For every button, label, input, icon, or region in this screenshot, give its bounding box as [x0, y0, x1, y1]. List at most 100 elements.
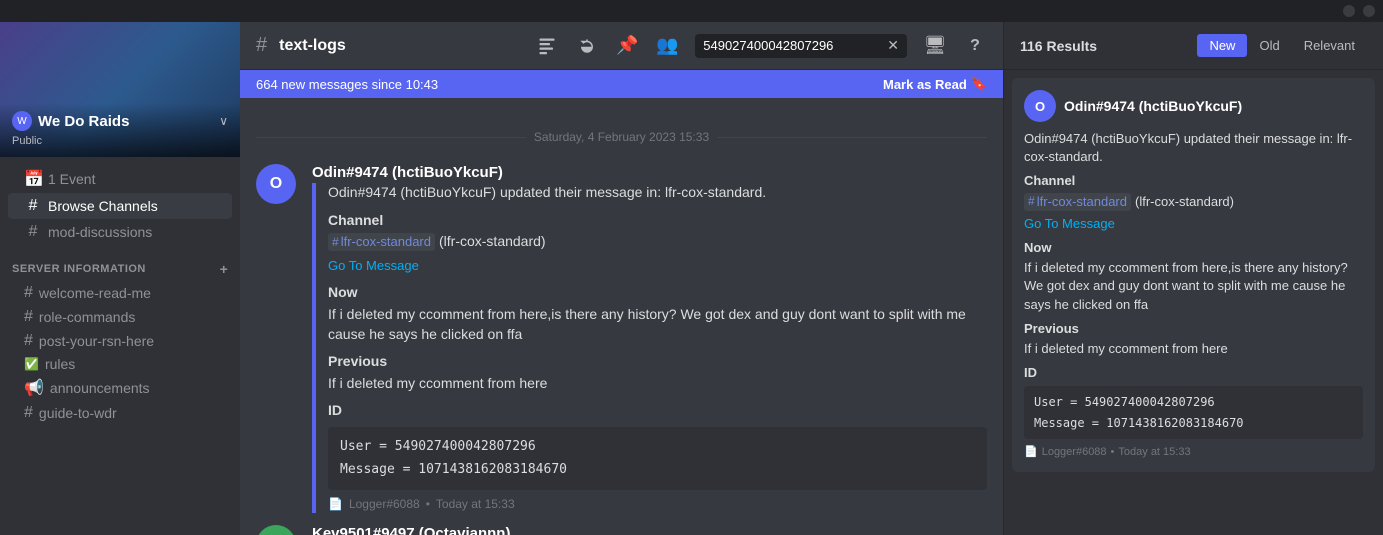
- channel-header: # text-logs 📌 👥 ✕ 🖥 ?: [240, 22, 1003, 70]
- logger-icon: 📄: [328, 496, 343, 513]
- hash-icon: #: [24, 332, 33, 350]
- message-username-2: Kev9501#9497 (Octaviannn): [312, 525, 510, 535]
- avatar: O: [256, 164, 296, 204]
- user-key: User: [340, 439, 371, 454]
- window-chrome: [0, 0, 1383, 22]
- go-to-message-link[interactable]: Go To Message: [328, 258, 419, 273]
- date-divider: Saturday, 4 February 2023 15:33: [256, 130, 987, 144]
- calendar-icon: 📅: [24, 169, 42, 189]
- megaphone-icon: 📢: [24, 378, 44, 398]
- minimize-button[interactable]: [1343, 5, 1355, 17]
- new-messages-bar: 664 new messages since 10:43 Mark as Rea…: [240, 70, 1003, 98]
- result-id-block: User = 549027400042807296 Message = 1071…: [1024, 386, 1363, 439]
- pin-icon[interactable]: 📌: [615, 34, 639, 58]
- server-public-badge: Public: [12, 131, 228, 149]
- clear-search-icon[interactable]: ✕: [887, 37, 899, 54]
- channel-name: guide-to-wdr: [39, 405, 117, 421]
- bookmark-icon: 🔖: [971, 76, 987, 92]
- result-channel-paren: (lfr-cox-standard): [1135, 193, 1234, 211]
- message-key: Message: [340, 462, 395, 477]
- logger-footer: 📄 Logger#6088 • Today at 15:33: [328, 496, 987, 513]
- result-channel-pill[interactable]: # lfr-cox-standard: [1024, 193, 1131, 211]
- message-val: 107143816208318467​0: [418, 462, 567, 477]
- sidebar-item-guide-to-wdr[interactable]: # guide-to-wdr: [8, 401, 232, 425]
- message-group: O Odin#9474 (hctiBuoYkcuF) Odin#9474 (hc…: [256, 160, 987, 517]
- channel-paren: (lfr-cox-standard): [439, 232, 546, 252]
- avatar-2: K: [256, 525, 296, 535]
- results-count: 116 Results: [1020, 38, 1097, 54]
- channel-name: post-your-rsn-here: [39, 333, 154, 349]
- maximize-button[interactable]: [1363, 5, 1375, 17]
- sidebar-item-label-browse: Browse Channels: [48, 198, 158, 214]
- members-icon[interactable]: 👥: [655, 34, 679, 58]
- server-name-area[interactable]: W We Do Raids ∨: [12, 111, 228, 131]
- search-panel-header: 116 Results New Old Relevant: [1004, 22, 1383, 70]
- main-content: # text-logs 📌 👥 ✕ 🖥 ?: [240, 22, 1003, 535]
- result-channel-name: lfr-cox-standard: [1037, 193, 1127, 211]
- sidebar-item-event[interactable]: 📅 1 Event: [8, 165, 232, 193]
- result-username: Odin#9474 (hctiBuoYkcuF): [1064, 98, 1242, 114]
- add-channel-button[interactable]: +: [216, 261, 232, 277]
- threads-icon[interactable]: [535, 34, 559, 58]
- sidebar-item-browse-channels[interactable]: # Browse Channels: [8, 193, 232, 219]
- message-text: Odin#9474 (hctiBuoYkcuF) updated their m…: [312, 183, 987, 513]
- app-body: W We Do Raids ∨ Public 📅 1 Event # Brows…: [0, 22, 1383, 535]
- hash-icon: #: [24, 308, 33, 326]
- message-group-2: K Kev9501#9497 (Octaviannn): [256, 521, 987, 535]
- previous-text: If i deleted my ccomment from here: [328, 374, 987, 394]
- tab-new[interactable]: New: [1197, 34, 1247, 57]
- new-messages-text: 664 new messages since 10:43: [256, 77, 438, 92]
- result-body-text: Odin#9474 (hctiBuoYkcuF) updated their m…: [1024, 130, 1363, 166]
- result-avatar: O: [1024, 90, 1056, 122]
- sidebar-item-role-commands[interactable]: # role-commands: [8, 305, 232, 329]
- result-go-to-message[interactable]: Go To Message: [1024, 216, 1115, 231]
- message-timestamp: Today at 15:33: [436, 496, 515, 513]
- tab-relevant[interactable]: Relevant: [1292, 34, 1367, 57]
- sidebar: W We Do Raids ∨ Public 📅 1 Event # Brows…: [0, 22, 240, 535]
- server-name: We Do Raids: [38, 113, 129, 130]
- hash-icon: #: [24, 404, 33, 422]
- hash-icon: #: [24, 223, 42, 241]
- search-input[interactable]: [703, 34, 883, 58]
- result-footer: 📄 Logger#6088 • Today at 15:33: [1024, 445, 1363, 460]
- server-icon-letter: W: [17, 116, 26, 127]
- server-banner-overlay: W We Do Raids ∨ Public: [0, 103, 240, 157]
- id-block: User = 549027400042807296 Message = 1071…: [328, 427, 987, 490]
- channel-pill[interactable]: # lfr-cox-standard: [328, 233, 435, 251]
- result-user-key: User: [1034, 395, 1063, 409]
- hash-icon: #: [1028, 193, 1035, 210]
- result-now-label: Now: [1024, 239, 1363, 257]
- tab-old[interactable]: Old: [1247, 34, 1291, 57]
- search-result-item: O Odin#9474 (hctiBuoYkcuF) Odin#9474 (hc…: [1012, 78, 1375, 472]
- mark-as-read-button[interactable]: Mark as Read 🔖: [883, 76, 987, 92]
- result-timestamp: Today at 15:33: [1118, 445, 1190, 460]
- header-icons: 📌 👥 ✕ 🖥 ?: [535, 34, 987, 58]
- message-body-text: Odin#9474 (hctiBuoYkcuF) updated their m…: [328, 183, 987, 203]
- result-id-label: ID: [1024, 364, 1363, 382]
- hash-icon: #: [332, 234, 339, 251]
- sidebar-item-welcome-read-me[interactable]: # welcome-read-me: [8, 281, 232, 305]
- server-info-header[interactable]: SERVER INFORMATION +: [0, 257, 240, 281]
- mute-icon[interactable]: [575, 34, 599, 58]
- channel-name: rules: [45, 356, 75, 372]
- result-logger-icon: 📄: [1024, 445, 1038, 460]
- sidebar-section: 📅 1 Event # Browse Channels # mod-discus…: [0, 157, 240, 535]
- now-text: If i deleted my ccomment from here,is th…: [328, 305, 987, 344]
- help-icon[interactable]: ?: [963, 34, 987, 58]
- search-results-list: O Odin#9474 (hctiBuoYkcuF) Odin#9474 (hc…: [1004, 70, 1383, 535]
- server-banner: W We Do Raids ∨ Public: [0, 22, 240, 157]
- channel-name: announcements: [50, 380, 150, 396]
- channel-name: welcome-read-me: [39, 285, 151, 301]
- channel-hash-icon: #: [256, 34, 267, 57]
- monitor-icon[interactable]: 🖥: [923, 34, 947, 58]
- sidebar-item-rules[interactable]: ✅ rules: [8, 353, 232, 375]
- sidebar-item-post-your-rsn-here[interactable]: # post-your-rsn-here: [8, 329, 232, 353]
- sidebar-item-mod-discussions[interactable]: # mod-discussions: [8, 219, 232, 245]
- sidebar-item-announcements[interactable]: 📢 announcements: [8, 375, 232, 401]
- server-icon: W: [12, 111, 32, 131]
- result-header: O Odin#9474 (hctiBuoYkcuF): [1024, 90, 1363, 122]
- message-username: Odin#9474 (hctiBuoYkcuF): [312, 164, 503, 181]
- result-user-val: 549027400042807296: [1085, 395, 1215, 409]
- result-logger-name: Logger#6088: [1042, 445, 1107, 460]
- search-bar-wrap[interactable]: ✕: [695, 34, 907, 58]
